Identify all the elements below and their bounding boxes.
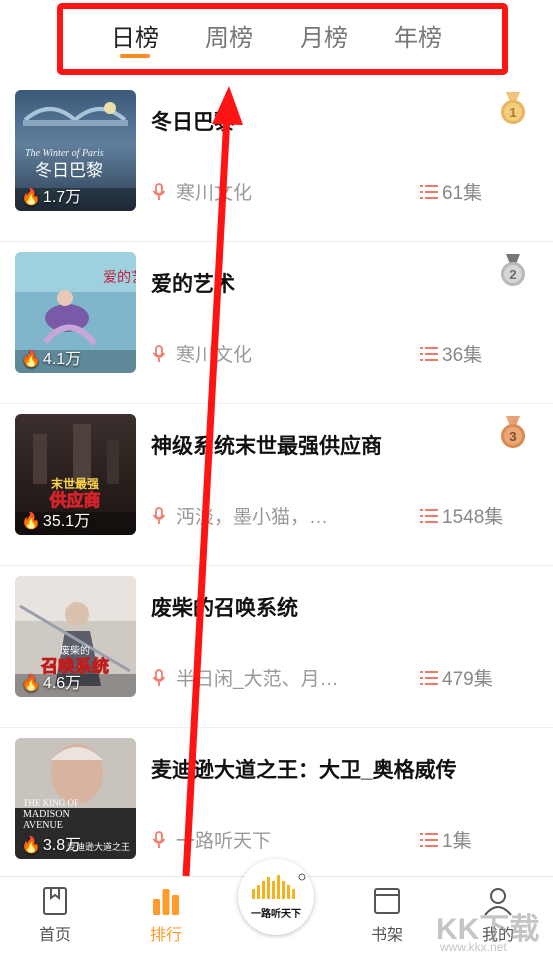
episode-count: 36集 <box>420 340 482 367</box>
book-cover[interactable]: 末世最强 供应商 🔥 35.1万 <box>15 414 136 535</box>
play-count: 🔥 35.1万 <box>21 513 91 530</box>
cover-title-1: 末世最强 <box>51 476 99 491</box>
episode-count: 61集 <box>420 178 482 205</box>
center-logo-text: 一路听天下 <box>251 909 301 920</box>
list-item[interactable]: The Winter of Paris 冬日巴黎 🔥 1.7万 冬日巴黎 寒川文化… <box>0 80 553 242</box>
book-title[interactable]: 废柴的召唤系统 <box>151 592 298 622</box>
mic-icon <box>152 669 166 686</box>
site-watermark: KK下载 www.kkx.net <box>432 900 550 956</box>
nav-shelf[interactable]: 书架 <box>366 885 408 945</box>
book-cover[interactable]: 废柴的 召唤系统 🔥 4.6万 <box>15 576 136 697</box>
audio-logo-icon <box>252 873 306 899</box>
book-author: 半日闲_大范、月… <box>152 664 339 691</box>
play-count: 🔥 1.7万 <box>21 189 82 206</box>
cover-title-en: The Winter of Paris <box>25 148 104 159</box>
episode-list-icon <box>420 671 438 685</box>
book-author: 寒川文化 <box>152 178 252 205</box>
book-title[interactable]: 麦迪逊大道之王：大卫_奥格威传 <box>151 754 457 784</box>
watermark-url: www.kkx.net <box>440 940 507 954</box>
nav-home[interactable]: 首页 <box>34 885 76 945</box>
rank-list: The Winter of Paris 冬日巴黎 🔥 1.7万 冬日巴黎 寒川文化… <box>0 80 553 890</box>
cover-title-cn: 冬日巴黎 <box>35 161 103 181</box>
cover-title-3: AVENUE <box>23 820 63 831</box>
fire-icon: 🔥 <box>21 189 41 206</box>
book-title[interactable]: 爱的艺术 <box>151 268 235 298</box>
list-item[interactable]: 末世最强 供应商 🔥 35.1万 神级系统末世最强供应商 沔淡，墨小猫，… 154… <box>0 404 553 566</box>
annotation-highlight-box <box>57 3 508 75</box>
medal-icon: 2 <box>501 254 525 286</box>
cover-title-1: 废柴的 <box>60 644 90 657</box>
nav-home-label: 首页 <box>38 927 71 944</box>
medal-icon: 3 <box>501 416 525 448</box>
medal-icon: 1 <box>501 92 525 124</box>
cover-title-cn: 爱的艺术 <box>103 270 136 286</box>
episode-count: 479集 <box>420 664 493 691</box>
mic-icon <box>152 183 166 200</box>
fire-icon: 🔥 <box>21 513 41 530</box>
episode-count: 1集 <box>420 826 472 853</box>
episode-count: 1548集 <box>420 502 503 529</box>
home-icon <box>43 887 67 915</box>
nav-rank-label: 排行 <box>149 927 182 944</box>
medal-rank: 3 <box>509 429 516 444</box>
book-author: 沔淡，墨小猫，… <box>152 502 328 529</box>
list-item[interactable]: 废柴的 召唤系统 🔥 4.6万 废柴的召唤系统 半日闲_大范、月… 479集 <box>0 566 553 728</box>
mic-icon <box>152 831 166 848</box>
book-cover[interactable]: THE KING OF MADISON AVENUE 麦迪逊大道之王 🔥 3.8万 <box>15 738 136 859</box>
rank-icon <box>153 889 179 915</box>
episode-list-icon <box>420 185 438 199</box>
mic-icon <box>152 507 166 524</box>
nav-shelf-label: 书架 <box>370 927 403 944</box>
book-author: 一路听天下 <box>152 826 271 853</box>
medal-rank: 1 <box>509 105 516 120</box>
shelf-icon <box>374 888 400 914</box>
fire-icon: 🔥 <box>21 351 41 368</box>
cover-title-1: THE KING OF <box>23 798 79 808</box>
fire-icon: 🔥 <box>21 675 41 692</box>
book-title[interactable]: 神级系统末世最强供应商 <box>151 430 382 460</box>
book-cover[interactable]: 爱的艺术 🔥4.1万 <box>15 252 136 373</box>
fire-icon: 🔥 <box>21 837 41 854</box>
mic-icon <box>152 345 166 362</box>
episode-list-icon <box>420 833 438 847</box>
cover-title-2: MADISON <box>23 809 70 820</box>
play-count: 🔥 3.8万 <box>21 837 82 854</box>
center-logo-button[interactable]: 一路听天下 <box>238 859 314 935</box>
episode-list-icon <box>420 347 438 361</box>
book-cover[interactable]: The Winter of Paris 冬日巴黎 🔥 1.7万 <box>15 90 136 211</box>
book-author: 寒川文化 <box>152 340 252 367</box>
nav-rank[interactable]: 排行 <box>145 885 187 945</box>
book-title[interactable]: 冬日巴黎 <box>151 106 235 136</box>
list-item[interactable]: 爱的艺术 🔥4.1万 爱的艺术 寒川文化 36集 2 <box>0 242 553 404</box>
play-count: 🔥 4.1万 <box>21 351 82 368</box>
medal-rank: 2 <box>509 267 516 282</box>
episode-list-icon <box>420 509 438 523</box>
play-count: 🔥 4.6万 <box>21 675 82 692</box>
